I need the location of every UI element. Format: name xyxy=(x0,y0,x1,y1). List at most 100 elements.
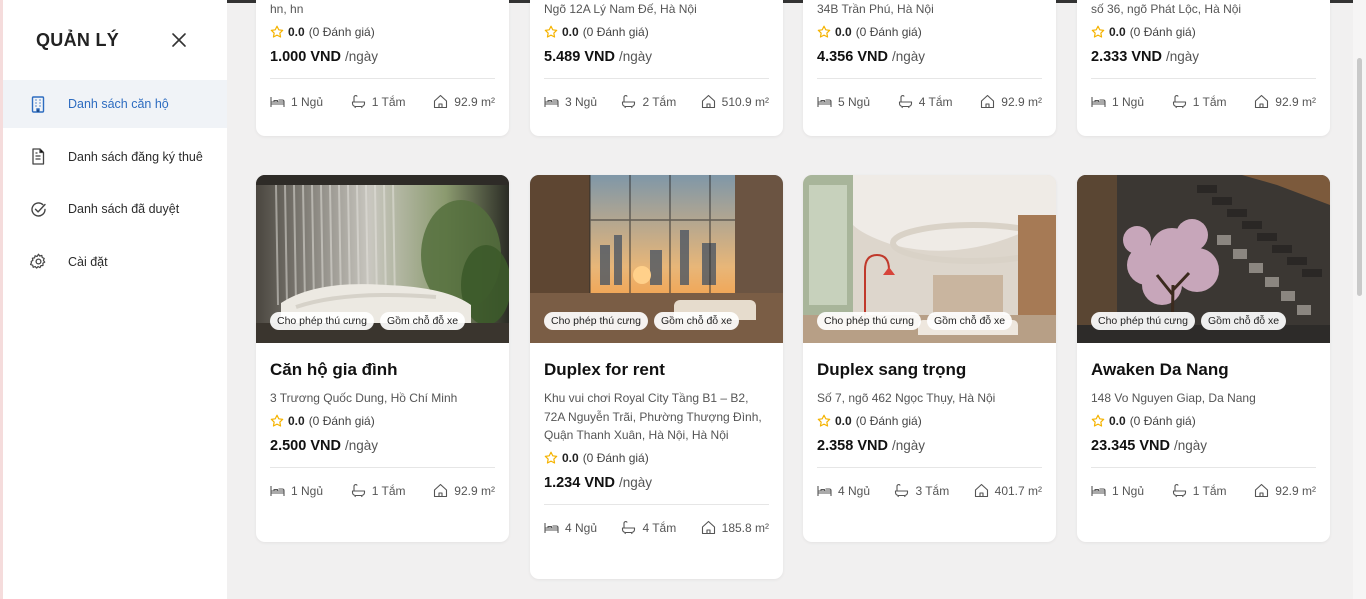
apartment-card[interactable]: số 36, ngõ Phát Lộc, Hà Nội 0.0 (0 Đánh g… xyxy=(1077,0,1330,136)
divider xyxy=(544,77,769,79)
card-address: Số 7, ngõ 462 Ngọc Thụy, Hà Nội xyxy=(817,391,996,405)
spec-bathrooms-value: 4 Tắm xyxy=(642,520,677,535)
sidebar-item-apartments[interactable]: Danh sách căn hộ xyxy=(3,80,227,128)
sidebar-item-approved[interactable]: Danh sách đã duyệt xyxy=(3,185,227,233)
apartment-card[interactable]: Cho phép thú cưng Gồm chỗ đỗ xe Awaken D… xyxy=(1077,175,1330,542)
card-price: 1.000 VND/ngày xyxy=(270,49,495,65)
card-tags: Cho phép thú cưng Gồm chỗ đỗ xe xyxy=(817,312,1013,330)
review-count: (0 Đánh giá) xyxy=(855,413,922,428)
apartment-card[interactable]: Cho phép thú cưng Gồm chỗ đỗ xe Duplex s… xyxy=(803,175,1056,542)
sidebar-title: QUẢN LÝ xyxy=(36,29,120,50)
card-title[interactable]: Căn hộ gia đình xyxy=(270,360,495,380)
price-unit: /ngày xyxy=(891,48,925,64)
spec-bedrooms: 5 Ngủ xyxy=(817,94,870,109)
card-price: 2.358 VND/ngày xyxy=(817,438,1042,454)
card-photo[interactable]: Cho phép thú cưng Gồm chỗ đỗ xe xyxy=(803,175,1056,343)
spec-bedrooms: 1 Ngủ xyxy=(1091,483,1144,498)
bed-icon xyxy=(270,97,285,107)
bathtub-icon xyxy=(1172,95,1186,109)
spec-bedrooms: 3 Ngủ xyxy=(544,94,597,109)
apartment-card[interactable]: Cho phép thú cưng Gồm chỗ đỗ xe Duplex f… xyxy=(530,175,783,579)
bed-icon xyxy=(270,486,285,496)
sidebar-item-rental-requests[interactable]: Danh sách đăng ký thuê xyxy=(3,133,227,181)
star-icon xyxy=(817,414,831,427)
review-count: (0 Đánh giá) xyxy=(855,24,922,39)
card-body: số 36, ngõ Phát Lộc, Hà Nội 0.0 (0 Đánh g… xyxy=(1077,0,1330,111)
sidebar-item-label: Danh sách đã duyệt xyxy=(68,202,180,216)
card-address: số 36, ngõ Phát Lộc, Hà Nội xyxy=(1091,2,1242,16)
spec-bedrooms-value: 1 Ngủ xyxy=(1112,94,1145,109)
star-icon xyxy=(270,414,284,427)
divider xyxy=(817,77,1042,79)
card-specs: 4 Ngủ 4 Tắm 185.8 m² xyxy=(544,519,769,537)
divider xyxy=(1091,466,1316,468)
spec-bathrooms-value: 1 Tắm xyxy=(371,94,406,109)
divider xyxy=(544,503,769,505)
spec-bedrooms: 1 Ngủ xyxy=(270,483,323,498)
apartment-card[interactable]: hn, hn 0.0 (0 Đánh giá) 1.000 VND/ngày 1 … xyxy=(256,0,509,136)
spec-bathrooms-value: 1 Tắm xyxy=(1192,483,1227,498)
scrollbar-thumb[interactable] xyxy=(1357,58,1362,296)
tag-parking: Gồm chỗ đỗ xe xyxy=(1200,312,1287,330)
spec-bedrooms-value: 1 Ngủ xyxy=(1112,483,1145,498)
apartment-card[interactable]: Ngõ 12A Lý Nam Đế, Hà Nội 0.0 (0 Đánh giá… xyxy=(530,0,783,136)
card-price: 2.333 VND/ngày xyxy=(1091,49,1316,65)
card-title[interactable]: Duplex for rent xyxy=(544,360,769,380)
spec-bathrooms-value: 3 Tắm xyxy=(915,483,950,498)
card-title[interactable]: Awaken Da Nang xyxy=(1091,360,1316,380)
apartment-card[interactable]: 34B Trần Phú, Hà Nội 0.0 (0 Đánh giá) 4.3… xyxy=(803,0,1056,136)
rating-value: 0.0 xyxy=(562,450,579,465)
bed-icon xyxy=(1091,97,1106,107)
card-address: hn, hn xyxy=(270,2,304,16)
home-area-icon xyxy=(701,520,715,535)
rating-value: 0.0 xyxy=(562,24,579,39)
card-title[interactable]: Duplex sang trọng xyxy=(817,360,1042,380)
sidebar-menu: Danh sách căn hộ Danh sách đăng ký thuê … xyxy=(3,80,227,290)
sidebar-item-settings[interactable]: Cài đặt xyxy=(3,238,227,286)
sidebar-header: QUẢN LÝ xyxy=(36,28,189,52)
sidebar-item-label: Danh sách đăng ký thuê xyxy=(68,149,203,164)
apartment-grid: hn, hn 0.0 (0 Đánh giá) 1.000 VND/ngày 1 … xyxy=(227,0,1353,599)
card-specs: 1 Ngủ 1 Tắm 92.9 m² xyxy=(1091,93,1316,111)
card-photo[interactable]: Cho phép thú cưng Gồm chỗ đỗ xe xyxy=(1077,175,1330,343)
card-rating: 0.0 (0 Đánh giá) xyxy=(817,414,1042,428)
spec-area-value: 92.9 m² xyxy=(1275,483,1316,498)
building-icon xyxy=(29,95,47,113)
card-specs: 1 Ngủ 1 Tắm 92.9 m² xyxy=(270,482,495,500)
spec-bedrooms: 4 Ngủ xyxy=(817,483,870,498)
bathtub-icon xyxy=(898,95,912,109)
card-body: Duplex for rent Khu vui chơi Royal City … xyxy=(530,360,783,537)
spec-bathrooms: 3 Tắm xyxy=(894,483,949,498)
rating-value: 0.0 xyxy=(288,413,305,428)
price-amount: 2.358 VND xyxy=(817,437,888,454)
star-icon xyxy=(544,451,558,464)
sidebar-item-label: Danh sách căn hộ xyxy=(68,97,169,111)
spec-bathrooms: 1 Tắm xyxy=(351,483,406,498)
card-photo[interactable]: Cho phép thú cưng Gồm chỗ đỗ xe xyxy=(530,175,783,343)
bed-icon xyxy=(817,97,832,107)
card-address: Khu vui chơi Royal City Tầng B1 – B2, 72… xyxy=(544,391,762,442)
rating-value: 0.0 xyxy=(835,24,852,39)
card-body: 34B Trần Phú, Hà Nội 0.0 (0 Đánh giá) 4.3… xyxy=(803,0,1056,111)
spec-area: 510.9 m² xyxy=(701,94,769,109)
close-icon[interactable] xyxy=(169,30,189,50)
spec-bedrooms-value: 4 Ngủ xyxy=(838,483,871,498)
scrollbar[interactable] xyxy=(1353,0,1366,599)
card-rating: 0.0 (0 Đánh giá) xyxy=(544,25,769,39)
tag-pets-allowed: Cho phép thú cưng xyxy=(1091,312,1195,330)
spec-bathrooms: 2 Tắm xyxy=(621,94,676,109)
spec-bathrooms: 4 Tắm xyxy=(621,520,676,535)
card-specs: 3 Ngủ 2 Tắm 510.9 m² xyxy=(544,93,769,111)
star-icon xyxy=(1091,25,1105,38)
review-count: (0 Đánh giá) xyxy=(308,413,375,428)
price-amount: 23.345 VND xyxy=(1091,437,1170,454)
apartment-card[interactable]: Cho phép thú cưng Gồm chỗ đỗ xe Căn hộ g… xyxy=(256,175,509,542)
card-body: Duplex sang trọng Số 7, ngõ 462 Ngọc Thụ… xyxy=(803,360,1056,500)
price-amount: 2.500 VND xyxy=(270,437,341,454)
bed-icon xyxy=(817,486,832,496)
sidebar-item-label: Cài đặt xyxy=(68,254,108,269)
card-photo[interactable]: Cho phép thú cưng Gồm chỗ đỗ xe xyxy=(256,175,509,343)
spec-area: 92.9 m² xyxy=(433,483,495,498)
divider xyxy=(817,466,1042,468)
card-price: 1.234 VND/ngày xyxy=(544,475,769,491)
